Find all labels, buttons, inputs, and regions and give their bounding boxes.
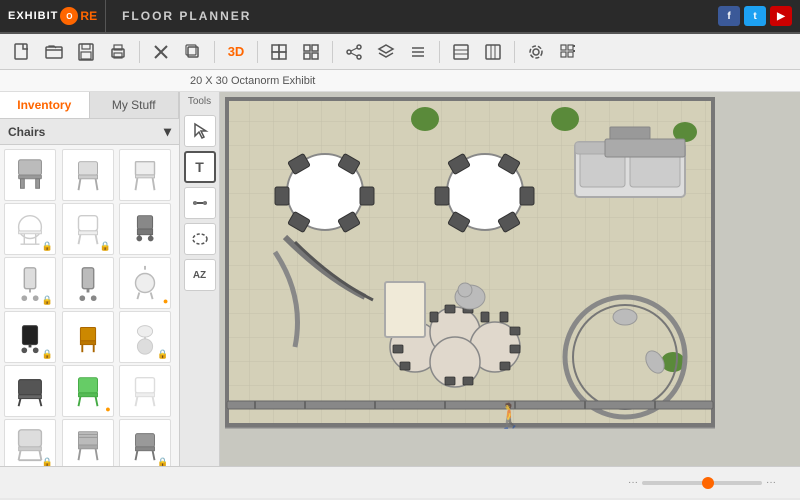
app-title: FLOOR PLANNER — [106, 9, 267, 23]
list-item[interactable] — [4, 149, 56, 201]
header-social: f t ▶ — [718, 6, 800, 26]
zoom-dots-right: ··· — [766, 477, 776, 488]
list-button[interactable] — [404, 38, 432, 66]
list-item[interactable]: 🔒 — [119, 311, 171, 363]
youtube-icon[interactable]: ▶ — [770, 6, 792, 26]
lock-icon: 🔒 — [157, 457, 168, 466]
print-button[interactable] — [104, 38, 132, 66]
separator-4 — [332, 41, 333, 63]
chevron-down-icon: ▾ — [164, 123, 171, 140]
facebook-icon[interactable]: f — [718, 6, 740, 26]
inventory-tab[interactable]: Inventory — [0, 92, 90, 118]
app-header: EXHIBIT O RE FLOOR PLANNER f t ▶ — [0, 0, 800, 34]
arrange2-button[interactable] — [297, 38, 325, 66]
lock-icon: 🔒 — [99, 241, 110, 252]
category-label: Chairs — [8, 125, 45, 139]
ellipse-tool-button[interactable] — [184, 223, 216, 255]
list-item[interactable] — [119, 365, 171, 417]
list-item[interactable] — [4, 365, 56, 417]
left-panel: Inventory My Stuff Chairs ▾ 🔒 — [0, 92, 180, 466]
toolbar: 3D — [0, 34, 800, 70]
list-item[interactable] — [119, 149, 171, 201]
logo-ore-text: RE — [80, 9, 97, 23]
logo-icon: O — [60, 7, 78, 25]
duplicate-button[interactable] — [179, 38, 207, 66]
zoom-slider[interactable] — [642, 481, 762, 485]
lock-icon: ● — [105, 404, 110, 414]
list-item[interactable]: 🔒 — [119, 419, 171, 466]
my-stuff-tab[interactable]: My Stuff — [90, 92, 180, 118]
list-item[interactable]: 🔒 — [62, 203, 114, 255]
zoom-dots-left: ··· — [628, 477, 638, 488]
grid2-button[interactable] — [479, 38, 507, 66]
status-bar: ··· ··· — [0, 466, 800, 498]
list-item[interactable] — [62, 257, 114, 309]
new-button[interactable] — [8, 38, 36, 66]
separator-5 — [439, 41, 440, 63]
tools-label: Tools — [188, 96, 211, 107]
text-tool-button[interactable]: T — [184, 151, 216, 183]
label-tool-button[interactable]: AZ — [184, 259, 216, 291]
logo-exhibit-text: EXHIBIT — [8, 10, 58, 22]
list-item[interactable]: 🔒 — [4, 203, 56, 255]
open-button[interactable] — [40, 38, 68, 66]
separator-2 — [214, 41, 215, 63]
grid3-button[interactable] — [554, 38, 582, 66]
tab-bar: Inventory My Stuff — [0, 92, 179, 119]
list-item[interactable]: ● — [119, 257, 171, 309]
lock-icon: 🔒 — [42, 295, 53, 306]
twitter-icon[interactable]: t — [744, 6, 766, 26]
separator-6 — [514, 41, 515, 63]
list-item[interactable] — [62, 149, 114, 201]
list-item[interactable]: ● — [62, 365, 114, 417]
delete-button[interactable] — [147, 38, 175, 66]
grid1-button[interactable] — [447, 38, 475, 66]
separator-1 — [139, 41, 140, 63]
zoom-area: ··· ··· — [628, 477, 776, 488]
lock-icon: 🔒 — [42, 457, 53, 466]
list-item[interactable]: 🔒 — [4, 419, 56, 466]
save-button[interactable] — [72, 38, 100, 66]
line-tool-button[interactable] — [184, 187, 216, 219]
arrange1-button[interactable] — [265, 38, 293, 66]
category-header[interactable]: Chairs ▾ — [0, 119, 179, 145]
list-item[interactable] — [62, 311, 114, 363]
main-canvas[interactable]: 🚶 — [220, 92, 800, 466]
tools-panel: Tools T AZ — [180, 92, 220, 466]
list-item[interactable]: 🔒 — [4, 257, 56, 309]
3d-view-button[interactable]: 3D — [222, 38, 250, 66]
figure-icon: 🚶 — [495, 402, 525, 431]
list-item[interactable] — [119, 203, 171, 255]
settings-button[interactable] — [522, 38, 550, 66]
select-tool-button[interactable] — [184, 115, 216, 147]
logo-area: EXHIBIT O RE — [0, 0, 106, 32]
lock-icon: ● — [163, 296, 168, 306]
lock-icon: 🔒 — [42, 241, 53, 252]
lock-icon: 🔒 — [157, 349, 168, 360]
share-button[interactable] — [340, 38, 368, 66]
layers-button[interactable] — [372, 38, 400, 66]
list-item[interactable]: 🔒 — [4, 311, 56, 363]
floor-plan-svg — [225, 97, 715, 442]
list-item[interactable] — [62, 419, 114, 466]
canvas-title: 20 X 30 Octanorm Exhibit — [190, 75, 315, 87]
main-content: Inventory My Stuff Chairs ▾ 🔒 — [0, 92, 800, 466]
inventory-grid: 🔒 🔒 🔒 ● 🔒 — [0, 145, 179, 466]
separator-3 — [257, 41, 258, 63]
zoom-thumb[interactable] — [702, 477, 714, 489]
lock-icon: 🔒 — [42, 349, 53, 360]
